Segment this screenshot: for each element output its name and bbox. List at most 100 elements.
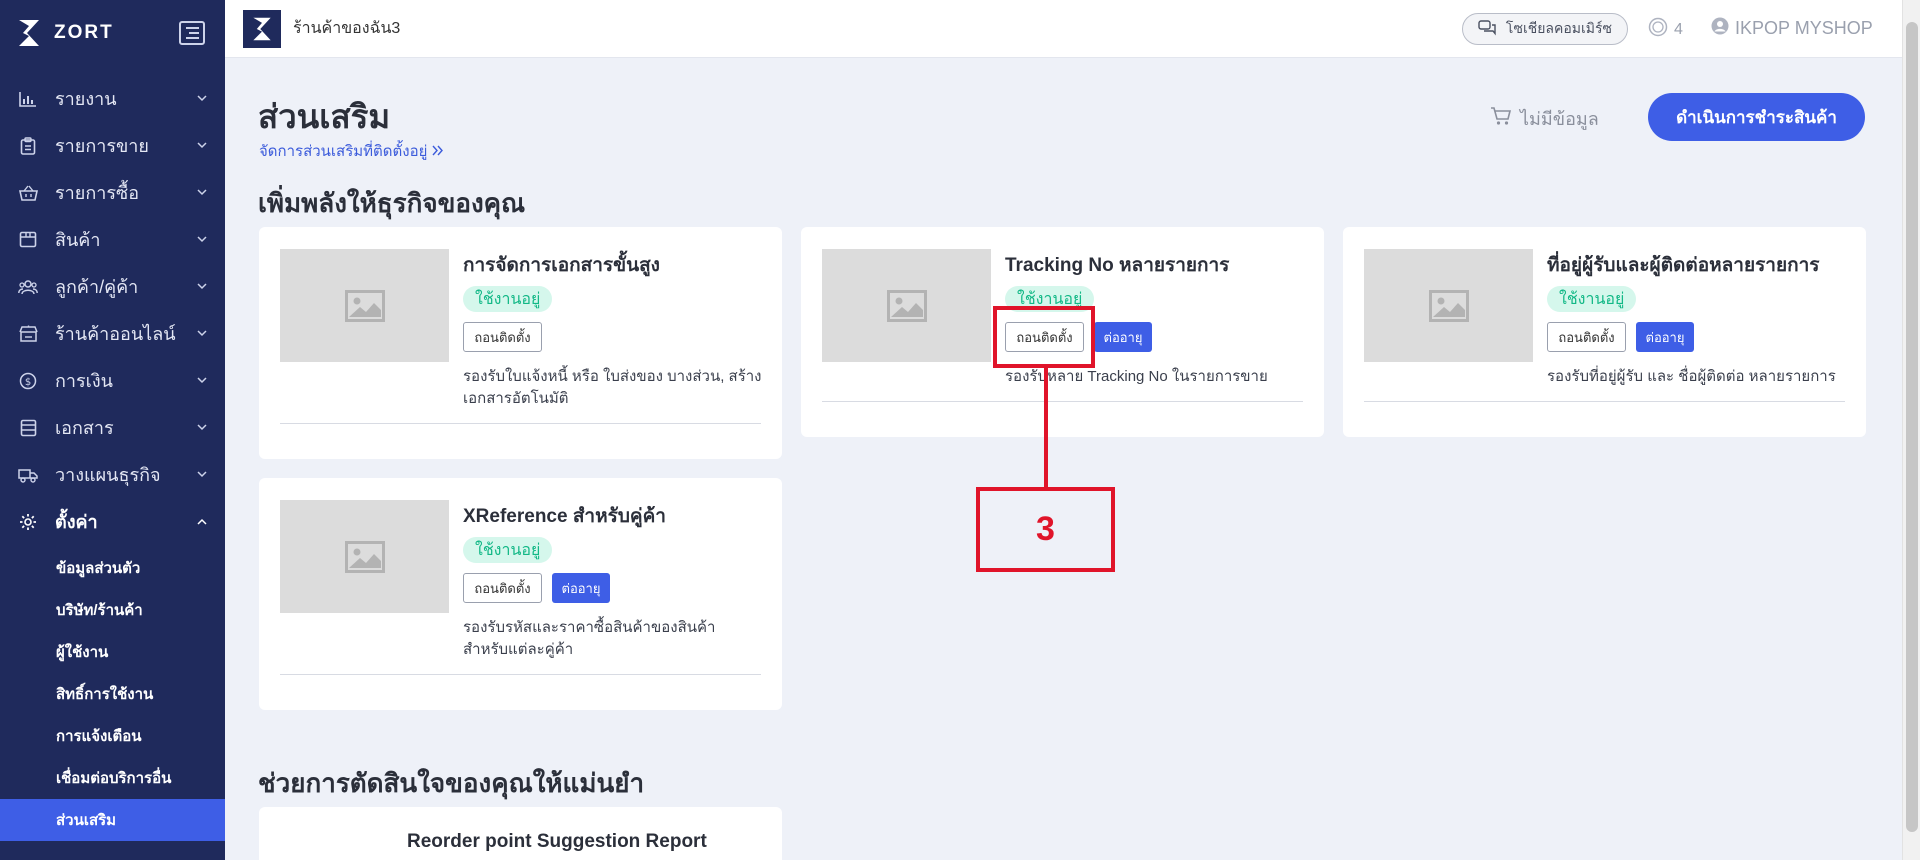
sidebar-item-report[interactable]: รายงาน [0,75,225,122]
chevron-down-icon [197,235,207,245]
cart-label: ไม่มีข้อมูล [1520,109,1599,129]
sidebar-item-documents[interactable]: เอกสาร [0,404,225,451]
social-commerce-button[interactable]: โซเชียลคอมเมิร์ซ [1462,13,1628,45]
credit-count: 4 [1674,20,1683,38]
addon-title: Reorder point Suggestion Report [407,831,707,852]
sidebar-item-online-store[interactable]: ร้านค้าออนไลน์ [0,310,225,357]
uninstall-button[interactable]: ถอนติดตั้ง [463,573,542,603]
renew-button[interactable]: ต่ออายุ [1636,322,1694,352]
submenu-item-users[interactable]: ผู้ใช้งาน [0,631,225,673]
card-divider [822,401,1303,402]
shop-name[interactable]: ร้านค้าของฉัน3 [293,16,400,41]
addon-card-advanced-documents: การจัดการเอกสารขั้นสูง ใช้งานอยู่ ถอนติด… [259,227,782,459]
addon-card-reorder-point: Reorder point Suggestion Report [259,807,782,860]
image-placeholder-icon [280,500,449,613]
addon-description: รองรับใบแจ้งหนี้ หรือ ใบส่งของ บางส่วน, … [463,368,762,407]
sidebar-item-planning[interactable]: วางแผนธุรกิจ [0,451,225,498]
chevron-down-icon [197,329,207,339]
chevron-down-icon [197,470,207,480]
status-badge: ใช้งานอยู่ [463,286,553,312]
page-scrollbar[interactable] [1902,0,1920,860]
menu-toggle-icon[interactable] [179,21,205,45]
sidebar-nav: รายงาน รายการขาย รายการซื้อ สินค้า ลูกค้… [0,75,225,841]
uninstall-button[interactable]: ถอนติดตั้ง [463,322,542,352]
cart-summary[interactable]: ไม่มีข้อมูล [1490,104,1599,133]
truck-icon [18,465,38,485]
sidebar-item-customers[interactable]: ลูกค้า/คู่ค้า [0,263,225,310]
sidebar-item-label: รายการขาย [55,136,149,156]
submenu-item-integrations[interactable]: เชื่อมต่อบริการอื่น [0,757,225,799]
addon-title: ที่อยู่ผู้รับและผู้ติดต่อหลายรายการ [1547,255,1820,276]
addon-description: รองรับรหัสและราคาซื้อสินค้าของสินค้า สำห… [463,619,716,658]
sidebar-item-label: ลูกค้า/คู่ค้า [55,277,139,297]
submenu-item-permissions[interactable]: สิทธิ์การใช้งาน [0,673,225,715]
document-icon [18,418,38,438]
page-title: ส่วนเสริม [258,98,391,135]
basket-icon [18,183,38,203]
card-divider [280,674,761,675]
image-placeholder-icon [1364,249,1533,362]
addon-title: การจัดการเอกสารขั้นสูง [463,255,660,276]
submenu-item-profile[interactable]: ข้อมูลส่วนตัว [0,547,225,589]
bar-chart-icon [18,89,38,109]
brand: ZORT [0,0,225,66]
cart-icon [1490,106,1512,131]
sidebar-item-label: วางแผนธุรกิจ [55,465,161,485]
sidebar-item-purchases[interactable]: รายการซื้อ [0,169,225,216]
coin-icon: $ [18,371,38,391]
checkout-button[interactable]: ดำเนินการชำระสินค้า [1648,93,1865,141]
card-divider [1364,401,1845,402]
users-icon [18,277,38,297]
image-placeholder-icon [280,249,449,362]
chevron-down-icon [197,94,207,104]
submenu-item-addons[interactable]: ส่วนเสริม [0,799,225,841]
box-icon [18,230,38,250]
addon-description: รองรับที่อยู่ผู้รับ และ ชื่อผู้ติดต่อ หล… [1547,368,1836,385]
chevron-down-icon [197,376,207,386]
annotation-highlight-box [993,306,1095,368]
user-icon [1711,17,1729,40]
chevron-down-icon [197,141,207,151]
credit-counter[interactable]: 4 [1648,17,1683,42]
social-commerce-label: โซเชียลคอมเมิร์ซ [1505,20,1613,36]
scrollbar-thumb[interactable] [1906,22,1918,832]
double-chevron-right-icon [432,143,444,160]
brand-name: ZORT [54,22,114,43]
status-badge: ใช้งานอยู่ [463,537,553,563]
sidebar-item-settings[interactable]: ตั้งค่า [0,498,225,545]
addon-title: XReference สำหรับคู่ค้า [463,506,666,527]
topbar: ร้านค้าของฉัน3 โซเชียลคอมเมิร์ซ 4 IKPOP … [225,0,1920,58]
submenu-item-company[interactable]: บริษัท/ร้านค้า [0,589,225,631]
submenu-item-notifications[interactable]: การแจ้งเตือน [0,715,225,757]
sidebar-item-label: การเงิน [55,371,113,391]
manage-addons-link[interactable]: จัดการส่วนเสริมที่ติดตั้งอยู่ [259,139,444,163]
sidebar-item-label: ร้านค้าออนไลน์ [55,324,176,344]
section-title-decision: ช่วยการตัดสินใจของคุณให้แม่นยำ [258,768,645,798]
user-name: IKPOP MYSHOP [1735,18,1873,38]
addon-card-multi-address: ที่อยู่ผู้รับและผู้ติดต่อหลายรายการ ใช้ง… [1343,227,1866,437]
addon-title: Tracking No หลายรายการ [1005,255,1230,276]
chevron-up-icon [197,517,207,527]
chevron-down-icon [197,188,207,198]
sidebar-item-label: สินค้า [55,230,101,250]
sidebar-item-products[interactable]: สินค้า [0,216,225,263]
coin-icon [1648,17,1668,42]
annotation-step-label: 3 [976,487,1115,572]
sidebar-item-finance[interactable]: $ การเงิน [0,357,225,404]
zort-logo-icon[interactable] [16,17,42,49]
sidebar: ZORT รายงาน รายการขาย รายการซื้อ สินค้า … [0,0,225,860]
sidebar-item-label: รายงาน [55,89,117,109]
addon-description: รองรับหลาย Tracking No ในรายการขาย [1005,368,1268,385]
user-menu[interactable]: IKPOP MYSHOP [1711,17,1873,40]
shop-logo-icon [243,9,281,48]
sidebar-item-label: ตั้งค่า [55,512,98,532]
annotation-connector [1044,368,1048,487]
clipboard-icon [18,136,38,156]
renew-button[interactable]: ต่ออายุ [552,573,610,603]
image-placeholder-icon [822,249,991,362]
sidebar-item-sales[interactable]: รายการขาย [0,122,225,169]
status-badge: ใช้งานอยู่ [1547,286,1637,312]
renew-button[interactable]: ต่ออายุ [1094,322,1152,352]
chevron-down-icon [197,423,207,433]
uninstall-button[interactable]: ถอนติดตั้ง [1547,322,1626,352]
